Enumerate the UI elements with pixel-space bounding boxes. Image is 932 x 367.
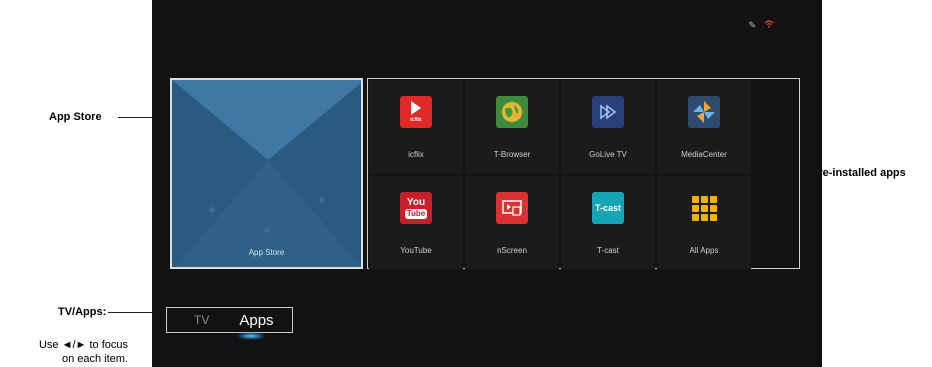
focus-glow <box>236 332 266 340</box>
tcast-icon-text: T-cast <box>594 203 621 213</box>
app-t-cast[interactable]: T-cast T-cast <box>561 176 655 270</box>
envelope-graphic <box>172 80 361 267</box>
status-bar: ✎ <box>748 20 774 31</box>
wifi-icon <box>764 20 774 31</box>
preinstalled-apps-grid: icflix icflix T-Browser GoLive TV MediaC… <box>367 78 800 270</box>
help-line-1: Use ◄/► to focus <box>38 339 128 351</box>
app-nscreen[interactable]: nScreen <box>465 176 559 270</box>
youtube-icon: You Tube <box>400 192 432 224</box>
media-center-icon <box>688 96 720 128</box>
grid-icon <box>688 192 720 224</box>
icflix-icon: icflix <box>400 96 432 128</box>
help-text: Use ◄/► to focus on each item. <box>4 338 128 366</box>
youtube-icon-text-bottom: Tube <box>404 208 428 219</box>
app-label: YouTube <box>400 246 432 255</box>
app-golive-tv[interactable]: GoLive TV <box>561 80 655 174</box>
tv-screen: ✎ App Store icflix icflix T-Browser GoLi… <box>152 0 822 367</box>
nscreen-icon <box>496 192 528 224</box>
preinstalled-apps-callout: Pre-installed apps <box>811 167 906 179</box>
app-t-browser[interactable]: T-Browser <box>465 80 559 174</box>
tv-apps-callout: TV/Apps: <box>58 306 107 318</box>
youtube-icon-text-top: You <box>406 196 426 208</box>
app-label: MediaCenter <box>681 150 727 159</box>
tab-apps[interactable]: Apps <box>239 312 273 329</box>
app-label: All Apps <box>689 246 719 255</box>
tab-tv[interactable]: TV <box>194 313 209 327</box>
app-label: nScreen <box>497 246 527 255</box>
pencil-icon: ✎ <box>748 20 756 30</box>
app-all-apps[interactable]: All Apps <box>657 176 751 270</box>
app-label: T-Browser <box>493 150 531 159</box>
app-label: GoLive TV <box>589 150 627 159</box>
app-label: icflix <box>408 150 424 159</box>
app-youtube[interactable]: You Tube YouTube <box>369 176 463 270</box>
app-store-callout: App Store <box>49 111 102 123</box>
tv-apps-switch: TV Apps <box>166 307 293 333</box>
app-label: T-cast <box>597 246 619 255</box>
app-store-label: App Store <box>248 248 285 257</box>
icflix-icon-text: icflix <box>410 117 422 123</box>
play-forward-icon <box>592 96 624 128</box>
app-store-tile[interactable]: App Store <box>170 78 363 269</box>
app-mediacenter[interactable]: MediaCenter <box>657 80 751 174</box>
help-line-2: on each item. <box>61 353 128 365</box>
tcast-icon: T-cast <box>592 192 624 224</box>
app-icflix[interactable]: icflix icflix <box>369 80 463 174</box>
globe-icon <box>496 96 528 128</box>
